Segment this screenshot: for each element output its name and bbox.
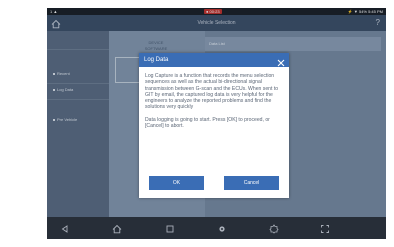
close-icon[interactable] xyxy=(276,55,286,67)
ok-button[interactable]: OK xyxy=(149,176,204,190)
cancel-button[interactable]: Cancel xyxy=(224,176,279,190)
dialog-header: Log Data xyxy=(139,53,289,67)
log-data-dialog: Log Data Log Capture is a function that … xyxy=(139,53,289,198)
dialog-body: Log Capture is a function that records t… xyxy=(145,73,285,135)
dialog-title: Log Data xyxy=(144,57,169,63)
tablet-screen: 1 ▲ ● 00:23 ⚡ ▼ 54% 5:45 PM Vehicle Sele… xyxy=(47,8,386,239)
dialog-prompt: Data logging is going to start. Press [O… xyxy=(145,116,270,130)
dialog-description: Log Capture is a function that records t… xyxy=(145,73,279,111)
